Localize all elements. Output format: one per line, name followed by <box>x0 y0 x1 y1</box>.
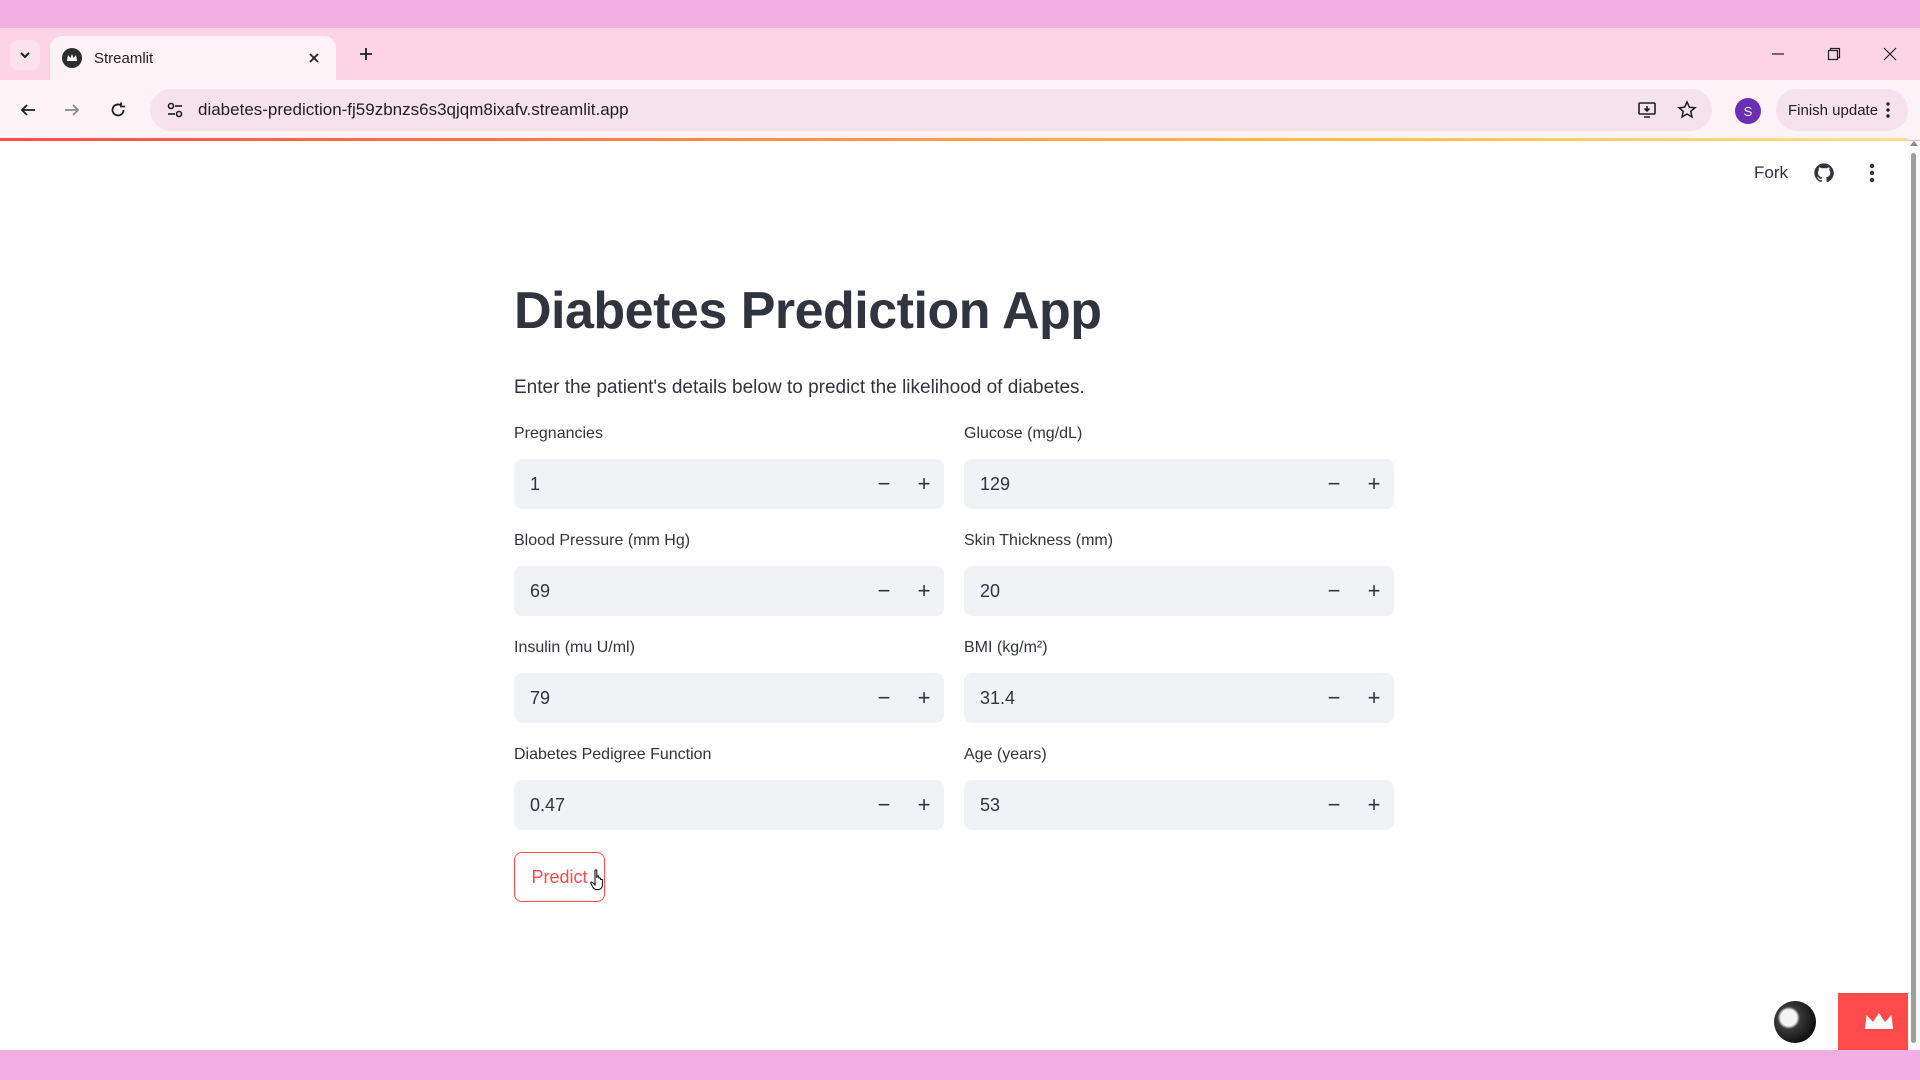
scroll-up-arrow-icon[interactable] <box>1910 141 1918 146</box>
new-tab-button[interactable] <box>352 40 380 68</box>
main-content: Diabetes Prediction App Enter the patien… <box>514 281 1394 902</box>
reload-button[interactable] <box>102 94 134 126</box>
bookmark-star-icon[interactable] <box>1672 95 1702 125</box>
number-input-value[interactable]: 129 <box>964 474 1314 495</box>
tab-search-button[interactable] <box>10 40 40 70</box>
restore-button[interactable] <box>1814 40 1854 68</box>
crown-icon <box>1865 1012 1893 1029</box>
field-skin-thickness: Skin Thickness (mm) 20 − + <box>964 532 1394 616</box>
glucose-number-input: 129 − + <box>964 459 1394 509</box>
number-input-value[interactable]: 1 <box>514 474 864 495</box>
age-number-input: 53 − + <box>964 780 1394 830</box>
app-header-toolbar: Fork <box>1754 161 1884 185</box>
finish-update-label: Finish update <box>1788 101 1879 119</box>
decrement-button[interactable]: − <box>864 780 904 830</box>
close-window-button[interactable] <box>1870 40 1910 68</box>
decrement-button[interactable]: − <box>1314 673 1354 723</box>
decrement-button[interactable]: − <box>864 673 904 723</box>
browser-tab[interactable]: Streamlit <box>50 36 336 80</box>
address-bar[interactable]: diabetes-prediction-fj59zbnzs6s3qjqm8ixa… <box>150 89 1712 131</box>
field-pregnancies: Pregnancies 1 − + <box>514 425 944 509</box>
field-glucose: Glucose (mg/dL) 129 − + <box>964 425 1394 509</box>
increment-button[interactable]: + <box>904 780 944 830</box>
increment-button[interactable]: + <box>1354 566 1394 616</box>
number-input-value[interactable]: 53 <box>964 795 1314 816</box>
field-label: BMI (kg/m²) <box>964 639 1048 656</box>
chevron-down-icon <box>20 52 30 59</box>
tab-title: Streamlit <box>94 49 154 67</box>
skin-thickness-number-input: 20 − + <box>964 566 1394 616</box>
streamlit-page: Fork Diabetes Prediction App Enter the p… <box>0 141 1920 1050</box>
decrement-button[interactable]: − <box>864 566 904 616</box>
field-diabetes-pedigree: Diabetes Pedigree Function 0.47 − + <box>514 746 944 830</box>
streamlit-favicon-icon <box>62 48 82 68</box>
blood-pressure-number-input: 69 − + <box>514 566 944 616</box>
field-label: Glucose (mg/dL) <box>964 425 1083 442</box>
browser-toolbar: diabetes-prediction-fj59zbnzs6s3qjqm8ixa… <box>0 80 1920 140</box>
user-avatar[interactable] <box>1774 1001 1816 1043</box>
increment-button[interactable]: + <box>1354 673 1394 723</box>
field-label: Blood Pressure (mm Hg) <box>514 532 691 549</box>
page-subtitle: Enter the patient's details below to pre… <box>514 377 1085 398</box>
scrollbar-thumb[interactable] <box>1911 153 1916 1043</box>
field-label: Pregnancies <box>514 425 603 442</box>
decrement-button[interactable]: − <box>1314 459 1354 509</box>
arrow-right-icon <box>65 104 80 116</box>
close-icon <box>1883 47 1897 61</box>
input-grid: Pregnancies 1 − + Glucose (mg/dL) 129 − … <box>514 425 1394 830</box>
field-label: Insulin (mu U/ml) <box>514 639 635 656</box>
field-label: Age (years) <box>964 746 1047 763</box>
decrement-button[interactable]: − <box>1314 566 1354 616</box>
main-menu-icon[interactable] <box>1860 161 1884 185</box>
increment-button[interactable]: + <box>1354 780 1394 830</box>
insulin-number-input: 79 − + <box>514 673 944 723</box>
number-input-value[interactable]: 20 <box>964 581 1314 602</box>
tab-strip: Streamlit <box>0 28 1920 80</box>
close-tab-icon[interactable] <box>304 48 324 68</box>
reload-icon <box>111 102 125 117</box>
field-label: Skin Thickness (mm) <box>964 532 1114 549</box>
field-age: Age (years) 53 − + <box>964 746 1394 830</box>
hand-cursor-icon <box>590 869 603 890</box>
forward-button[interactable] <box>56 94 88 126</box>
pedigree-number-input: 0.47 − + <box>514 780 944 830</box>
field-blood-pressure: Blood Pressure (mm Hg) 69 − + <box>514 532 944 616</box>
number-input-value[interactable]: 69 <box>514 581 864 602</box>
increment-button[interactable]: + <box>904 459 944 509</box>
finish-update-button[interactable]: Finish update <box>1776 89 1908 131</box>
number-input-value[interactable]: 0.47 <box>514 795 864 816</box>
install-app-icon[interactable] <box>1632 95 1662 125</box>
restore-icon <box>1827 47 1841 61</box>
site-settings-icon[interactable] <box>164 99 186 121</box>
more-vertical-icon <box>1886 102 1890 118</box>
decrement-button[interactable]: − <box>864 459 904 509</box>
increment-button[interactable]: + <box>904 566 944 616</box>
increment-button[interactable]: + <box>904 673 944 723</box>
github-icon[interactable] <box>1812 161 1836 185</box>
plus-icon <box>360 48 372 60</box>
arrow-left-icon <box>20 104 35 116</box>
url-text[interactable]: diabetes-prediction-fj59zbnzs6s3qjqm8ixa… <box>198 100 1632 120</box>
back-button[interactable] <box>12 94 44 126</box>
page-scrollbar[interactable] <box>1908 141 1920 1050</box>
page-title: Diabetes Prediction App <box>514 282 1102 340</box>
field-bmi: BMI (kg/m²) 31.4 − + <box>964 639 1394 723</box>
number-input-value[interactable]: 31.4 <box>964 688 1314 709</box>
field-insulin: Insulin (mu U/ml) 79 − + <box>514 639 944 723</box>
minimize-button[interactable] <box>1758 40 1798 68</box>
profile-avatar[interactable]: S <box>1735 98 1761 124</box>
field-label: Diabetes Pedigree Function <box>514 746 712 763</box>
minimize-icon <box>1772 53 1784 55</box>
decrement-button[interactable]: − <box>1314 780 1354 830</box>
increment-button[interactable]: + <box>1354 459 1394 509</box>
number-input-value[interactable]: 79 <box>514 688 864 709</box>
fork-button[interactable]: Fork <box>1754 163 1788 183</box>
bmi-number-input: 31.4 − + <box>964 673 1394 723</box>
pregnancies-number-input: 1 − + <box>514 459 944 509</box>
